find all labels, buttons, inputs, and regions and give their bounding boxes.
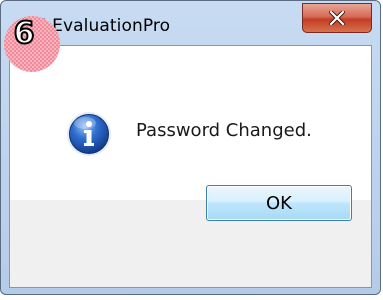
close-icon — [329, 11, 345, 25]
ok-button[interactable]: OK — [206, 185, 352, 221]
step-number: 6 — [13, 16, 36, 52]
close-button[interactable] — [302, 3, 372, 33]
step-number-badge: 6 — [4, 16, 60, 72]
dialog-content: Password Changed. — [10, 46, 371, 200]
dialog-client-area: Password Changed. — [9, 45, 372, 288]
dialog-message: Password Changed. — [136, 120, 312, 141]
info-icon — [67, 112, 111, 156]
